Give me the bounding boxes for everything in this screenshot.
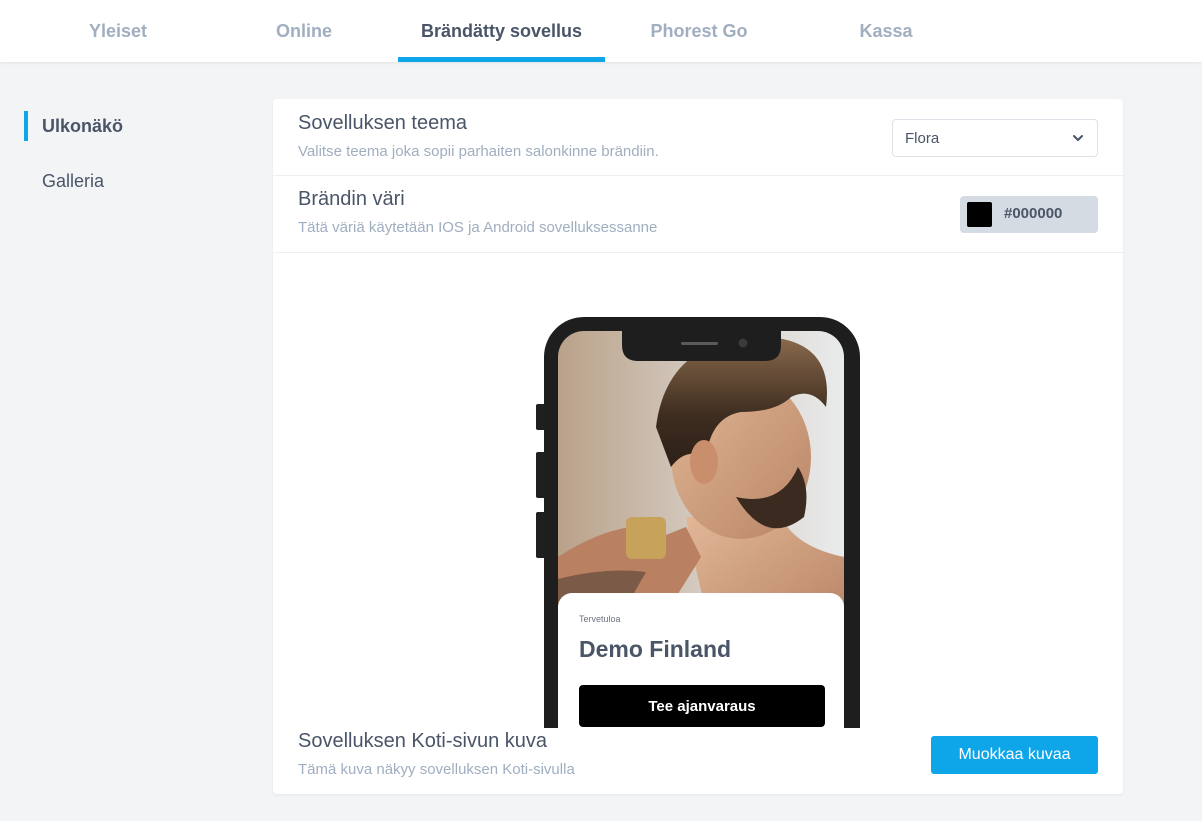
phone-mockup [536, 317, 860, 728]
divider [273, 252, 1123, 253]
preview-welcome-text: Tervetuloa [579, 614, 621, 624]
theme-description: Valitse teema joka sopii parhaiten salon… [298, 143, 659, 160]
edit-image-button[interactable]: Muokkaa kuvaa [931, 736, 1098, 774]
brand-color-description: Tätä väriä käytetään IOS ja Android sove… [298, 219, 658, 236]
tab-kassa[interactable]: Kassa [804, 0, 968, 62]
brand-color-title: Brändin väri [298, 188, 405, 210]
chevron-down-icon [1073, 135, 1083, 141]
divider [273, 175, 1123, 176]
theme-title: Sovelluksen teema [298, 112, 467, 134]
brand-color-picker[interactable]: #000000 [960, 196, 1098, 233]
preview-cta-button: Tee ajanvaraus [579, 685, 825, 727]
home-image-title: Sovelluksen Koti-sivun kuva [298, 730, 548, 752]
tab-brandatty-sovellus[interactable]: Brändätty sovellus [398, 0, 605, 62]
color-swatch [967, 202, 992, 227]
theme-select[interactable]: Flora [892, 119, 1098, 157]
color-hex-value: #000000 [1004, 205, 1063, 222]
home-image-description: Tämä kuva näkyy sovelluksen Koti-sivulla [298, 761, 575, 778]
preview-salon-name: Demo Finland [579, 636, 732, 662]
tab-phorest-go[interactable]: Phorest Go [617, 0, 781, 62]
theme-select-value: Flora [905, 129, 940, 147]
sidebar-item-galleria[interactable]: Galleria [42, 166, 104, 196]
sidebar-active-indicator [24, 111, 28, 141]
app-preview: Tervetuloa Demo Finland Tee ajanvaraus [536, 317, 860, 728]
sidebar-item-ulkonako[interactable]: Ulkonäkö [42, 111, 123, 141]
settings-card: Sovelluksen teema Valitse teema joka sop… [273, 99, 1123, 794]
tab-yleiset[interactable]: Yleiset [36, 0, 200, 62]
top-tab-bar: Yleiset Online Brändätty sovellus Phores… [0, 0, 1202, 62]
tab-online[interactable]: Online [222, 0, 386, 62]
